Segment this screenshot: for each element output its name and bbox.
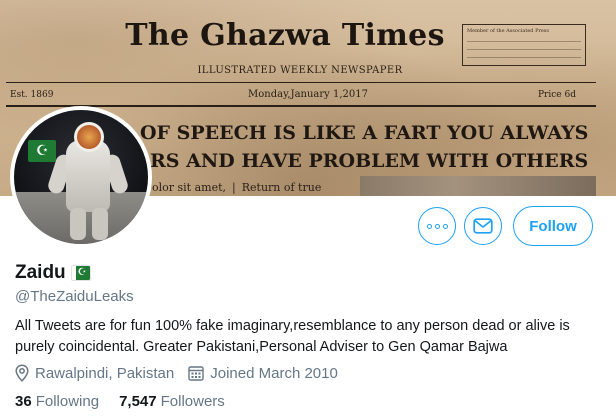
join-date: Joined March 2010 — [188, 365, 338, 382]
following-count: 36 — [15, 393, 32, 410]
join-date-text: Joined March 2010 — [210, 364, 338, 382]
following-label: Following — [35, 393, 100, 410]
newspaper-est: Est. 1869 — [10, 90, 54, 100]
message-button[interactable] — [464, 207, 502, 245]
newspaper-body-right: Return of true — [241, 181, 322, 194]
newspaper-subtitle: ILLUSTRATED WEEKLY NEWSPAPER — [197, 65, 403, 76]
newspaper-price: Price 6d — [538, 90, 576, 100]
more-dots-icon — [426, 223, 448, 229]
press-box-line — [467, 45, 581, 50]
followers-link[interactable]: 7,547 Followers — [119, 393, 225, 410]
envelope-icon — [473, 218, 493, 234]
location-pin-icon — [15, 364, 29, 382]
newspaper-press-box: Member of the Associated Press — [462, 24, 586, 66]
more-button[interactable] — [418, 207, 456, 245]
astronaut-leg — [70, 208, 86, 240]
press-box-line — [467, 53, 581, 58]
avatar[interactable]: ☪ — [10, 106, 152, 248]
press-box-line — [467, 37, 581, 42]
newspaper-headline-2: RS AND HAVE PROBLEM WITH OTHERS — [150, 150, 589, 172]
pakistan-flag-icon: ☪ — [28, 140, 56, 162]
newspaper-body: olor sit amet, | Return of true — [152, 181, 321, 194]
calendar-icon — [188, 366, 204, 381]
newspaper-body-left: olor sit amet, — [152, 181, 227, 194]
display-name: Zaidu — [15, 262, 66, 283]
newspaper-headline-1: OF SPEECH IS LIKE A FART YOU ALWAYS — [140, 122, 589, 144]
press-box-title: Member of the Associated Press — [467, 28, 549, 34]
followers-label: Followers — [160, 393, 225, 410]
astronaut-leg — [92, 208, 108, 240]
profile-meta: Rawalpindi, Pakistan Joined March 2010 — [15, 364, 352, 382]
followers-count: 7,547 — [119, 393, 157, 410]
column-separator: | — [232, 181, 236, 194]
pakistan-flag-icon: ☪ — [70, 265, 91, 281]
user-handle: @TheZaiduLeaks — [15, 288, 134, 305]
location: Rawalpindi, Pakistan — [15, 364, 174, 382]
following-link[interactable]: 36 Following — [15, 393, 99, 410]
newspaper-date: Monday,January 1,2017 — [248, 89, 368, 100]
astronaut-helmet — [74, 122, 104, 152]
profile-stats: 36 Following 7,547 Followers — [15, 393, 245, 410]
newspaper-photo — [360, 176, 596, 196]
profile-bio: All Tweets are for fun 100% fake imagina… — [15, 318, 570, 355]
newspaper-rule — [6, 82, 596, 83]
follow-button[interactable]: Follow — [513, 206, 593, 246]
profile-name-row: Zaidu ☪ — [15, 262, 91, 284]
location-text: Rawalpindi, Pakistan — [35, 364, 175, 382]
